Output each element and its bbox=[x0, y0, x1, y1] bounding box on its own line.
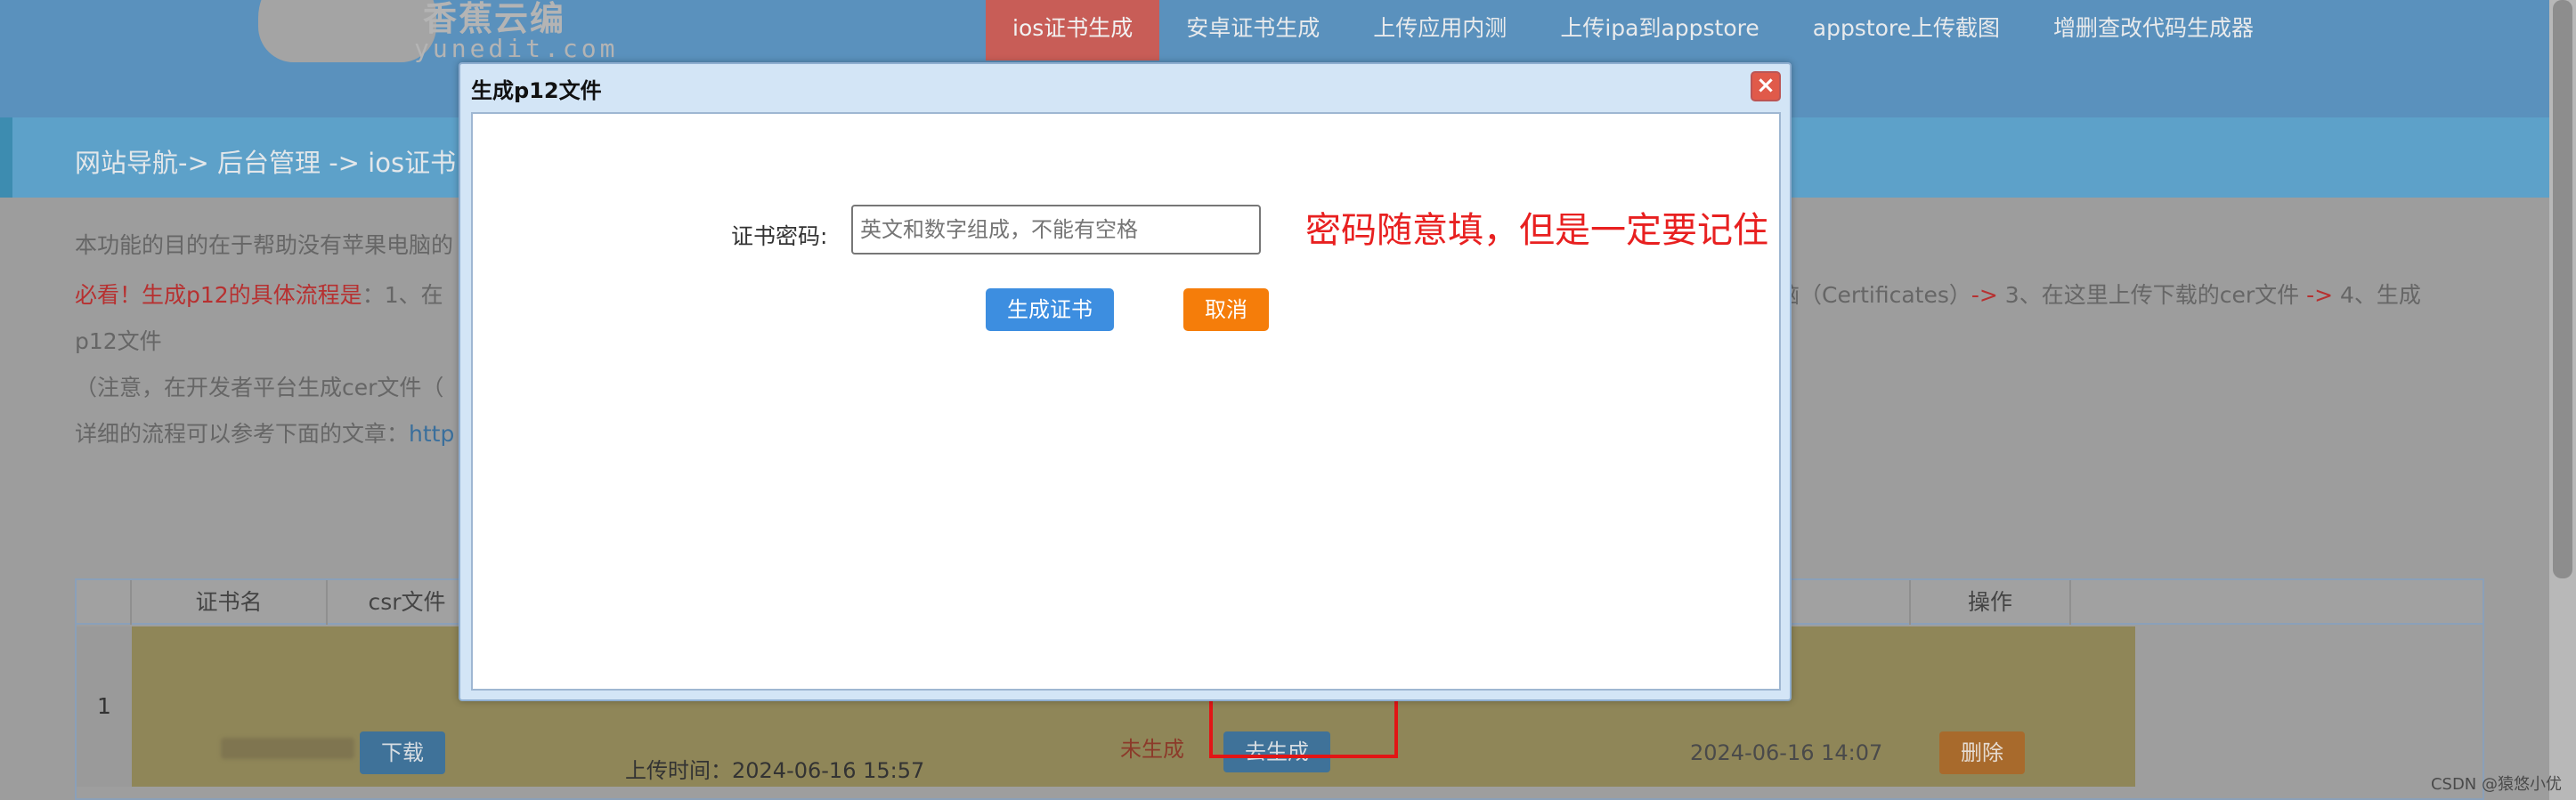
step-arrow-1: -> bbox=[1971, 282, 1998, 308]
upload-time: 上传时间：2024-06-16 15:57 bbox=[625, 758, 925, 783]
status-badge: 未生成 bbox=[1120, 737, 1184, 762]
password-input[interactable] bbox=[851, 205, 1261, 255]
intro-text: 本功能的目的在于帮助没有苹果电脑的 bbox=[75, 232, 454, 258]
cloud-icon bbox=[258, 0, 436, 62]
dialog-body: 证书密码: 密码随意填，但是一定要记住 生成证书 取消 bbox=[471, 112, 1781, 691]
cert-name-blurred bbox=[221, 738, 354, 759]
download-button[interactable]: 下载 bbox=[360, 731, 445, 774]
reference-text: 详细的流程可以参考下面的文章：http bbox=[75, 416, 454, 448]
cancel-button[interactable]: 取消 bbox=[1183, 288, 1269, 331]
breadcrumb: 网站导航-> 后台管理 -> ios证书 bbox=[75, 148, 457, 178]
created-time: 2024-06-16 14:07 bbox=[1690, 740, 1883, 765]
site-logo[interactable]: 香蕉云编 yunedit.com bbox=[249, 0, 614, 71]
nav-upload-beta[interactable]: 上传应用内测 bbox=[1346, 0, 1533, 61]
process-step4-tail: p12文件 bbox=[75, 328, 162, 354]
nav-crud-generator[interactable]: 增删查改代码生成器 bbox=[2027, 0, 2280, 61]
generate-p12-dialog: 生成p12文件 × 证书密码: 密码随意填，但是一定要记住 生成证书 取消 bbox=[459, 62, 1792, 701]
step-arrow-2: -> bbox=[2306, 282, 2334, 308]
reference-label: 详细的流程可以参考下面的文章： bbox=[75, 421, 410, 447]
nav-android-cert[interactable]: 安卓证书生成 bbox=[1159, 0, 1346, 61]
delete-button[interactable]: 删除 bbox=[1939, 731, 2025, 774]
close-icon[interactable]: × bbox=[1751, 71, 1781, 101]
col-index bbox=[77, 580, 132, 625]
process-step2-tail: 脑（Certificates） bbox=[1777, 282, 1971, 308]
reference-link[interactable]: http bbox=[409, 421, 454, 447]
row-index: 1 bbox=[77, 626, 132, 787]
logo-domain: yunedit.com bbox=[414, 34, 619, 63]
col-actions: 操作 bbox=[1911, 580, 2071, 625]
note-text: （注意，在开发者平台生成cer文件（ bbox=[75, 375, 444, 400]
nav-ios-cert[interactable]: ios证书生成 bbox=[986, 0, 1160, 61]
scrollbar[interactable] bbox=[2549, 0, 2576, 800]
main-nav: ios证书生成 安卓证书生成 上传应用内测 上传ipa到appstore app… bbox=[986, 0, 2280, 61]
scrollbar-thumb[interactable] bbox=[2553, 0, 2572, 578]
process-step1: ：1、在 bbox=[362, 282, 443, 308]
create-cert-button[interactable]: 生成证书 bbox=[986, 288, 1114, 331]
dialog-title: 生成p12文件 bbox=[471, 78, 602, 103]
annotation-text: 密码随意填，但是一定要记住 bbox=[1305, 210, 1768, 251]
process-heading: 必看！生成p12的具体流程是：1、在 bbox=[75, 278, 443, 310]
process-steps-right: 脑（Certificates）-> 3、在这里上传下载的cer文件 -> 4、生… bbox=[1777, 278, 2421, 310]
col-cert-name: 证书名 bbox=[132, 580, 328, 625]
process-step4: 4、生成 bbox=[2333, 282, 2421, 308]
password-label: 证书密码: bbox=[731, 223, 828, 249]
watermark: CSDN @猿悠小优 bbox=[2430, 775, 2562, 794]
sidebar-strip bbox=[0, 117, 12, 198]
process-step3: 3、在这里上传下载的cer文件 bbox=[1997, 282, 2307, 308]
process-heading-label: 必看！生成p12的具体流程是 bbox=[75, 282, 362, 308]
nav-upload-ipa[interactable]: 上传ipa到appstore bbox=[1533, 0, 1785, 61]
nav-appstore-screenshots[interactable]: appstore上传截图 bbox=[1786, 0, 2027, 61]
